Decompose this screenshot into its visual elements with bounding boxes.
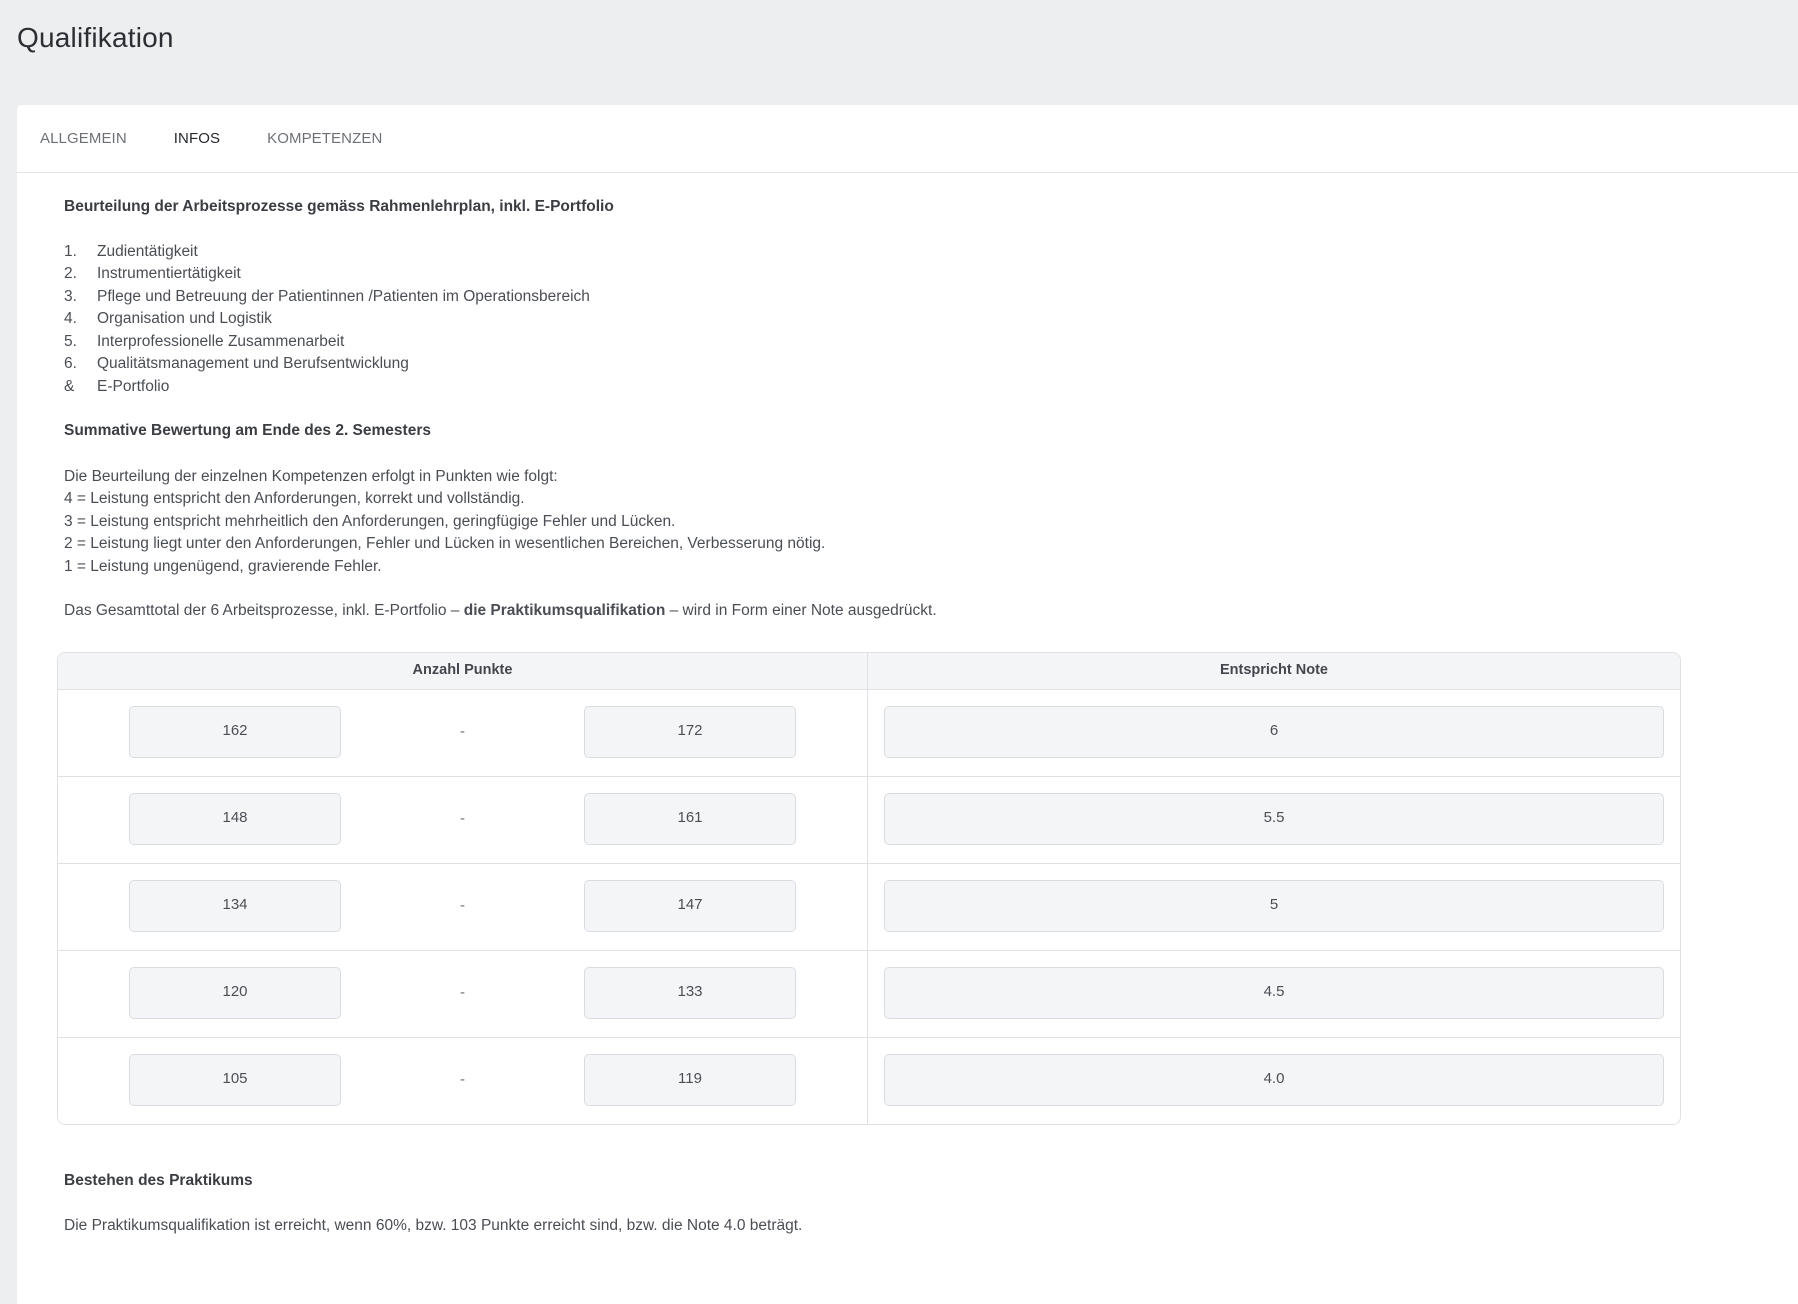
list-item-label: E-Portfolio xyxy=(97,377,170,395)
list-item-number: 3. xyxy=(64,287,77,305)
list-item-number: 1. xyxy=(64,242,77,260)
info-content: Beurteilung der Arbeitsprozesse gemäss R… xyxy=(17,173,1798,1238)
points-to-field[interactable]: 172 xyxy=(584,705,796,758)
grade-table-header: Anzahl Punkte Entspricht Note xyxy=(58,652,1680,690)
points-to-field[interactable]: 161 xyxy=(584,792,796,845)
table-row: 162 - 172 6 xyxy=(58,689,1680,777)
rating-line: 4 = Leistung entspricht den Anforderunge… xyxy=(64,490,525,507)
assessment-heading: Beurteilung der Arbeitsprozesse gemäss R… xyxy=(64,198,614,215)
content-card: ALLGEMEIN INFOS KOMPETENZEN Beurteilung … xyxy=(17,105,1798,1304)
total-bold: die Praktikumsqualifikation xyxy=(463,602,666,619)
summative-heading: Summative Bewertung am Ende des 2. Semes… xyxy=(64,422,431,439)
list-item-number: 5. xyxy=(64,332,77,350)
tab-kompetenzen[interactable]: KOMPETENZEN xyxy=(267,130,382,147)
list-item: 5. Interprofessionelle Zusammenarbeit xyxy=(64,331,1798,354)
points-from-field[interactable]: 134 xyxy=(129,879,341,932)
list-item-number: 2. xyxy=(64,265,77,282)
header-points: Anzahl Punkte xyxy=(58,652,868,689)
page-title: Qualifikation xyxy=(17,22,174,53)
grade-field[interactable]: 5.5 xyxy=(884,792,1664,845)
points-to-field[interactable]: 119 xyxy=(584,1053,796,1106)
table-row: 148 - 161 5.5 xyxy=(58,776,1680,864)
list-item: 4. Organisation und Logistik xyxy=(64,308,1798,331)
rating-line: 2 = Leistung liegt unter den Anforderung… xyxy=(64,535,826,552)
list-item: 3. Pflege und Betreuung der Patientinnen … xyxy=(64,286,1798,309)
tab-bar: ALLGEMEIN INFOS KOMPETENZEN xyxy=(17,105,1798,173)
list-item-label: Qualitätsmanagement und Berufsentwicklun… xyxy=(97,355,409,372)
tab-infos[interactable]: INFOS xyxy=(174,130,220,147)
table-row: 134 - 147 5 xyxy=(58,863,1680,951)
points-from-field[interactable]: 120 xyxy=(129,966,341,1019)
points-to-field[interactable]: 147 xyxy=(584,879,796,932)
rating-line: 3 = Leistung entspricht mehrheitlich den… xyxy=(64,512,676,530)
total-description: Das Gesamttotal der 6 Arbeitsprozesse, i… xyxy=(64,600,1798,623)
list-item-number: 6. xyxy=(64,355,77,372)
points-from-field[interactable]: 148 xyxy=(129,792,341,845)
list-item-label: Pflege und Betreuung der Patientinnen /P… xyxy=(97,287,590,305)
list-item-label: Instrumentiertätigkeit xyxy=(97,265,241,282)
table-row: 120 - 133 4.5 xyxy=(58,950,1680,1038)
list-item: 1. Zudientätigkeit xyxy=(64,241,1798,264)
passing-text: Die Praktikumsqualifikation ist erreicht… xyxy=(64,1217,803,1234)
grade-field[interactable]: 6 xyxy=(884,705,1664,758)
grade-field[interactable]: 5 xyxy=(884,879,1664,932)
points-from-field[interactable]: 105 xyxy=(129,1053,341,1106)
tab-allgemein[interactable]: ALLGEMEIN xyxy=(40,130,127,147)
grade-table: Anzahl Punkte Entspricht Note 162 - 172 … xyxy=(57,651,1681,1125)
total-suffix: – wird in Form einer Note ausgedrückt. xyxy=(665,602,937,619)
passing-heading: Bestehen des Praktikums xyxy=(64,1171,253,1189)
list-item: 2. Instrumentiertätigkeit xyxy=(64,263,1798,286)
rating-intro: Die Beurteilung der einzelnen Kompetenze… xyxy=(64,467,558,485)
list-item-label: Zudientätigkeit xyxy=(97,242,198,260)
rating-scale: Die Beurteilung der einzelnen Kompetenze… xyxy=(64,466,1798,579)
list-item-label: Organisation und Logistik xyxy=(97,310,272,327)
rating-line: 1 = Leistung ungenügend, gravierende Feh… xyxy=(64,557,382,575)
grade-field[interactable]: 4.5 xyxy=(884,966,1664,1019)
list-item: & E-Portfolio xyxy=(64,376,1798,399)
list-item-label: Interprofessionelle Zusammenarbeit xyxy=(97,332,345,350)
header-note: Entspricht Note xyxy=(1220,662,1328,679)
list-item-number: & xyxy=(64,377,75,395)
process-list: 1. Zudientätigkeit 2. Instrumentiertätigke… xyxy=(64,241,1798,399)
total-prefix: Das Gesamttotal der 6 Arbeitsprozesse, i… xyxy=(64,602,464,619)
points-from-field[interactable]: 162 xyxy=(129,705,341,758)
table-row: 105 - 119 4.0 xyxy=(58,1037,1680,1124)
grade-field[interactable]: 4.0 xyxy=(884,1053,1664,1106)
list-item-number: 4. xyxy=(64,310,77,327)
points-to-field[interactable]: 133 xyxy=(584,966,796,1019)
page-header: Qualifikation xyxy=(0,0,1798,105)
list-item: 6. Qualitätsmanagement und Berufsentwickl… xyxy=(64,353,1798,376)
